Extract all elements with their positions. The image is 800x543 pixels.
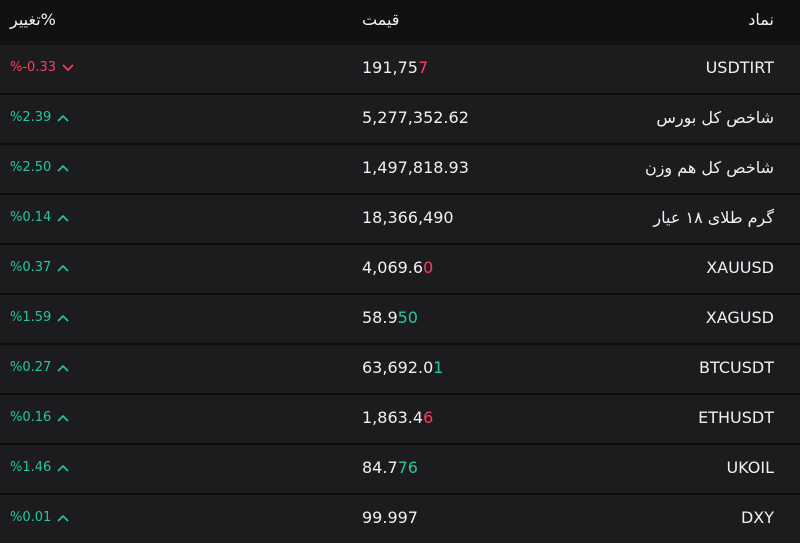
change-cell: %0.37	[10, 260, 69, 275]
chevron-down-icon	[62, 63, 74, 71]
market-watch-board: تغییر% قیمت نماد %-0.33 191,757 USDTIRT %2.…	[0, 0, 800, 543]
change-value: %0.37	[10, 260, 52, 275]
table-row[interactable]: %0.14 18,366,490 گرم طلای ۱۸ عیار	[0, 195, 800, 245]
change-value: %1.59	[10, 310, 52, 325]
change-value: %0.27	[10, 360, 52, 375]
change-cell: %1.59	[10, 310, 69, 325]
table-row[interactable]: %-0.33 191,757 USDTIRT	[0, 45, 800, 95]
price-cell: 5,277,352.62	[362, 108, 469, 127]
price-value: 58.9	[362, 308, 398, 327]
price-value: 18,366,490	[362, 208, 454, 227]
price-changed-digits: 76	[397, 458, 418, 477]
chevron-up-icon	[57, 364, 69, 372]
price-cell: 1,863.46	[362, 408, 433, 427]
chevron-up-icon	[57, 314, 69, 322]
symbol-name: UKOIL	[726, 458, 774, 477]
table-row[interactable]: %1.59 58.950 XAGUSD	[0, 295, 800, 345]
price-value: 84.7	[362, 458, 398, 477]
change-cell: %1.46	[10, 460, 69, 475]
price-value: 99.997	[362, 508, 418, 527]
price-cell: 4,069.60	[362, 258, 433, 277]
column-header-symbol[interactable]: نماد	[748, 10, 774, 29]
price-cell: 84.776	[362, 458, 418, 477]
table-row[interactable]: %1.46 84.776 UKOIL	[0, 445, 800, 495]
change-cell: %0.27	[10, 360, 69, 375]
symbol-name: USDTIRT	[705, 58, 774, 77]
price-changed-digits: 50	[397, 308, 418, 327]
change-cell: %0.14	[10, 210, 69, 225]
price-cell: 18,366,490	[362, 208, 454, 227]
change-value: %-0.33	[10, 60, 56, 75]
price-cell: 58.950	[362, 308, 418, 327]
price-value: 5,277,352.62	[362, 108, 469, 127]
change-value: %0.01	[10, 510, 52, 525]
column-header-change[interactable]: تغییر%	[10, 10, 56, 29]
quotes-list: %-0.33 191,757 USDTIRT %2.39 5,277,352.62 شاخ…	[0, 45, 800, 543]
chevron-up-icon	[57, 414, 69, 422]
chevron-up-icon	[57, 264, 69, 272]
price-cell: 191,757	[362, 58, 428, 77]
symbol-name: شاخص کل هم وزن	[644, 158, 774, 177]
change-value: %0.14	[10, 210, 52, 225]
symbol-name: XAGUSD	[705, 308, 774, 327]
chevron-up-icon	[57, 464, 69, 472]
price-value: 1,863.4	[362, 408, 424, 427]
table-row[interactable]: %2.39 5,277,352.62 شاخص کل بورس	[0, 95, 800, 145]
change-cell: %2.50	[10, 160, 69, 175]
symbol-name: گرم طلای ۱۸ عیار	[653, 208, 774, 227]
price-cell: 99.997	[362, 508, 418, 527]
price-value: 191,75	[362, 58, 418, 77]
table-row[interactable]: %2.50 1,497,818.93 شاخص کل هم وزن	[0, 145, 800, 195]
price-changed-digits: 0	[423, 258, 434, 277]
chevron-up-icon	[57, 164, 69, 172]
price-cell: 63,692.01	[362, 358, 443, 377]
price-cell: 1,497,818.93	[362, 158, 469, 177]
chevron-up-icon	[57, 114, 69, 122]
price-value: 1,497,818.93	[362, 158, 469, 177]
symbol-name: BTCUSDT	[699, 358, 774, 377]
price-value: 63,692.0	[362, 358, 434, 377]
price-value: 4,069.6	[362, 258, 424, 277]
price-changed-digits: 1	[433, 358, 444, 377]
change-value: %2.50	[10, 160, 52, 175]
table-header: تغییر% قیمت نماد	[0, 0, 800, 44]
symbol-name: DXY	[740, 508, 774, 527]
change-cell: %0.01	[10, 510, 69, 525]
column-header-price[interactable]: قیمت	[362, 10, 399, 29]
chevron-up-icon	[57, 514, 69, 522]
change-value: %1.46	[10, 460, 52, 475]
change-cell: %0.16	[10, 410, 69, 425]
chevron-up-icon	[57, 214, 69, 222]
symbol-name: ETHUSDT	[698, 408, 774, 427]
price-changed-digits: 6	[423, 408, 434, 427]
price-changed-digits: 7	[417, 58, 429, 77]
table-row[interactable]: %0.16 1,863.46 ETHUSDT	[0, 395, 800, 445]
change-cell: %2.39	[10, 110, 69, 125]
change-value: %2.39	[10, 110, 52, 125]
change-cell: %-0.33	[10, 60, 74, 75]
table-row[interactable]: %0.01 99.997 DXY	[0, 495, 800, 543]
table-row[interactable]: %0.27 63,692.01 BTCUSDT	[0, 345, 800, 395]
symbol-name: XAUUSD	[706, 258, 774, 277]
table-row[interactable]: %0.37 4,069.60 XAUUSD	[0, 245, 800, 295]
symbol-name: شاخص کل بورس	[656, 108, 774, 127]
change-value: %0.16	[10, 410, 52, 425]
